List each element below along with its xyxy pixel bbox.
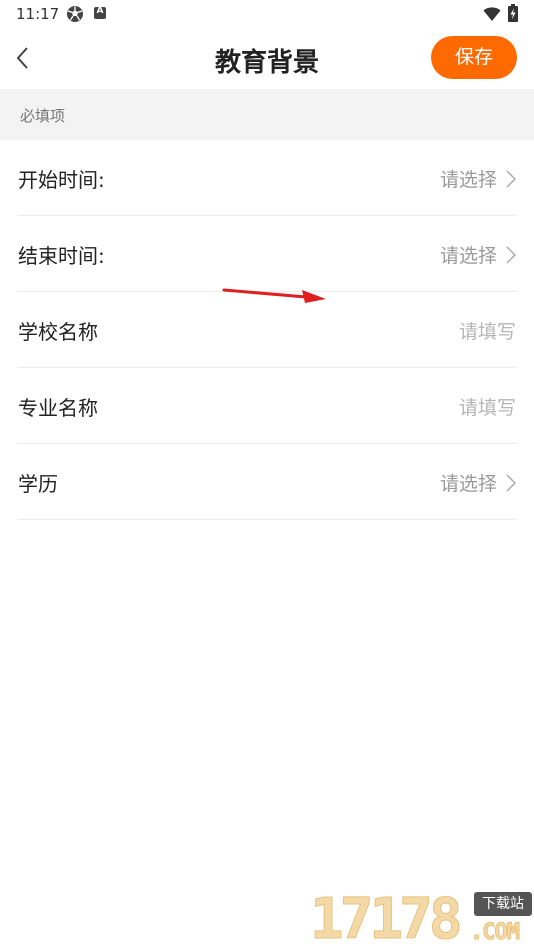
watermark-logo: 17178 下载站 .COM xyxy=(308,886,534,950)
status-bar: 11:17 A xyxy=(0,0,534,28)
header-bar: 教育背景 保存 xyxy=(0,28,534,88)
row-value-select: 请选择 xyxy=(439,169,497,191)
save-button[interactable]: 保存 xyxy=(431,36,517,79)
required-section-label: 必填项 xyxy=(20,107,66,125)
row-label: 专业名称 xyxy=(18,396,98,420)
status-time: 11:17 xyxy=(16,5,60,23)
row-label: 结束时间: xyxy=(18,244,105,268)
major-name-input[interactable]: 请填写 xyxy=(459,393,516,420)
chevron-right-icon xyxy=(506,246,517,264)
watermark-badge: 下载站 xyxy=(474,892,532,916)
row-value-select: 请选择 xyxy=(439,245,497,267)
school-name-input[interactable]: 请填写 xyxy=(459,317,516,344)
battery-charging-icon xyxy=(508,4,518,22)
chevron-right-icon xyxy=(506,474,517,492)
chevron-left-icon xyxy=(16,47,28,69)
chevron-right-icon xyxy=(506,170,517,188)
form-row-end-time[interactable]: 结束时间: 请选择 xyxy=(17,216,517,292)
row-label: 学校名称 xyxy=(18,320,98,344)
row-label: 开始时间: xyxy=(18,168,105,192)
form-list: 开始时间: 请选择 结束时间: 请选择 学校名称 请填写 专业名称 请填写 学历… xyxy=(0,140,534,520)
row-value-select: 请选择 xyxy=(439,473,497,495)
form-row-start-time[interactable]: 开始时间: 请选择 xyxy=(17,140,517,216)
section-header: 必填项 xyxy=(0,89,534,140)
form-row-degree[interactable]: 学历 请选择 xyxy=(17,444,517,520)
back-button[interactable] xyxy=(10,40,40,76)
row-label: 学历 xyxy=(18,472,58,496)
watermark-domain: .COM xyxy=(470,920,521,946)
form-row-major-name[interactable]: 专业名称 请填写 xyxy=(17,368,517,444)
wifi-icon xyxy=(483,7,501,21)
annotation-arrow-icon xyxy=(222,288,326,303)
app-a-icon: A xyxy=(94,6,106,19)
watermark-digits: 17178 xyxy=(310,887,464,950)
soccer-ball-icon xyxy=(67,6,83,22)
